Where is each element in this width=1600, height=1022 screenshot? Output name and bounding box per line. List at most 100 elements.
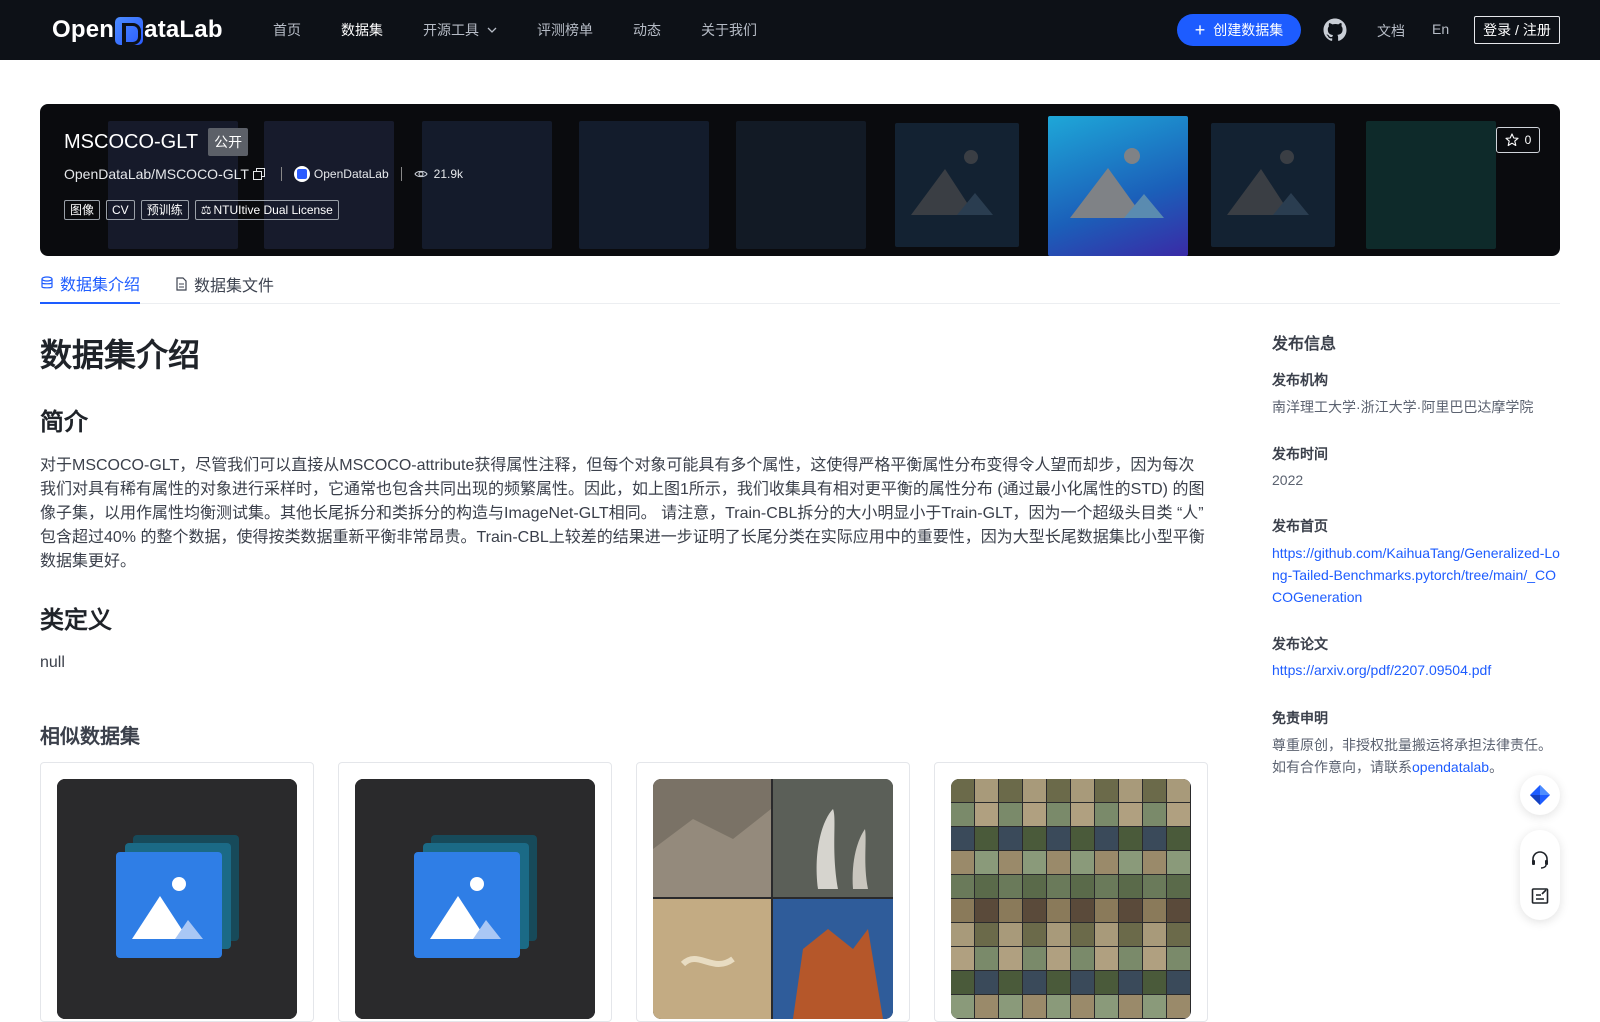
summary-text: 对于MSCOCO-GLT，尽管我们可以直接从MSCOCO-attribute获得… [40,457,1205,570]
mosaic-tile [1047,995,1070,1018]
mosaic-tile [1167,803,1190,826]
image-mosaic [951,779,1190,1018]
similar-dataset-card[interactable] [934,762,1208,1022]
mosaic-tile [1071,851,1094,874]
scale-icon: ⚖ [200,203,212,217]
disclaimer-line: 如有合作意向，请联系opendatalab。 [1272,756,1560,778]
dataset-tags: 图像 CV 预训练 ⚖ NTUItive Dual License [64,200,345,220]
tab-dataset-files[interactable]: 数据集文件 [174,264,274,304]
mosaic-tile [1167,875,1190,898]
similar-dataset-card[interactable] [338,762,612,1022]
mosaic-tile [1143,899,1166,922]
contact-link[interactable]: opendatalab [1412,759,1489,775]
mosaic-tile [1023,947,1046,970]
mosaic-tile [1047,803,1070,826]
publisher-label: 发布机构 [1272,372,1328,388]
similar-dataset-card[interactable] [40,762,314,1022]
mosaic-tile [999,899,1022,922]
dataset-placeholder-image [355,779,595,1019]
paper-link[interactable]: https://arxiv.org/pdf/2207.09504.pdf [1272,659,1560,681]
license-name: NTUItive Dual License [213,203,333,217]
headset-icon[interactable] [1530,850,1550,870]
nav-item-home[interactable]: 首页 [273,20,301,40]
meta-divider [280,167,282,181]
summary-heading: 简介 [40,409,88,436]
tab-dataset-intro[interactable]: 数据集介绍 [40,264,141,304]
mosaic-tile [1143,923,1166,946]
repo-path: OpenDataLab/MSCOCO-GLT [64,166,249,182]
tab-dataset-files-label: 数据集文件 [194,278,275,295]
tag-item[interactable]: 图像 [64,200,101,220]
nav-item-about[interactable]: 关于我们 [701,20,757,40]
logo-mark-icon [115,17,144,45]
site-logo[interactable]: Open ataLab [52,14,223,46]
banner-image-placeholder-icon [1211,123,1335,247]
mosaic-tile [999,971,1022,994]
star-count: 0 [1524,133,1532,147]
mosaic-tile [1047,971,1070,994]
docs-link[interactable]: 文档 [1377,21,1405,41]
banner-thumbnail [579,121,709,249]
org-name[interactable]: OpenDataLab [314,167,389,181]
diamond-logo-icon [1530,785,1550,805]
mosaic-tile [975,827,998,850]
mosaic-tile [951,899,974,922]
mosaic-tile [951,995,974,1018]
mosaic-tile [1119,971,1142,994]
mosaic-tile [1167,947,1190,970]
mosaic-tile [1095,827,1118,850]
publisher-value: 南洋理工大学·浙江大学·阿里巴巴达摩学院 [1272,399,1534,415]
mosaic-tile [975,875,998,898]
tag-item[interactable]: CV [106,200,135,220]
mosaic-tile [975,803,998,826]
visibility-badge: 公开 [208,128,249,156]
mosaic-tile [1143,971,1166,994]
mosaic-tile [1023,803,1046,826]
mosaic-tile [951,851,974,874]
github-icon[interactable] [1323,18,1347,42]
dataset-photo-collage [653,779,893,1019]
photo-collage [653,779,893,1019]
tag-item[interactable]: 预训练 [140,200,189,220]
dataset-title: MSCOCO-GLT [64,130,199,153]
main-nav: 首页 数据集 开源工具 评测榜单 动态 关于我们 [273,0,797,60]
homepage-link[interactable]: https://github.com/KaihuaTang/Generalize… [1272,542,1560,608]
mosaic-tile [951,779,974,802]
banner-thumbnail [1366,121,1496,249]
mosaic-tile [1167,995,1190,1018]
image-placeholder-icon [57,779,297,1019]
eye-icon [414,170,428,178]
mosaic-tile [1167,971,1190,994]
mosaic-tile [1023,827,1046,850]
copy-icon[interactable] [252,168,265,180]
banner-image-placeholder-icon [1048,116,1188,256]
org-avatar-icon [293,166,310,182]
class-definition-text: null [40,654,65,671]
login-register-button[interactable]: 登录 / 注册 [1474,16,1560,44]
mosaic-tile [1143,803,1166,826]
mosaic-tile [1023,899,1046,922]
disclaimer-prefix: 如有合作意向，请联系 [1272,759,1412,775]
star-button[interactable]: 0 [1496,127,1540,153]
mosaic-tile [1143,851,1166,874]
similar-datasets-heading: 相似数据集 [40,726,140,748]
chevron-down-icon [487,27,497,33]
dataset-meta: OpenDataLab/MSCOCO-GLT OpenDataLab 21.9k [64,166,475,182]
mosaic-tile [951,875,974,898]
nav-item-tools[interactable]: 开源工具 [423,20,497,40]
license-tag[interactable]: ⚖ NTUItive Dual License [194,200,339,220]
language-switch[interactable]: En [1432,21,1449,37]
banner-thumbnail [264,121,394,249]
mosaic-tile [999,923,1022,946]
nav-item-leaderboard[interactable]: 评测榜单 [537,20,593,40]
create-dataset-button[interactable]: + 创建数据集 [1177,14,1301,46]
create-dataset-label: 创建数据集 [1213,22,1284,38]
nav-item-datasets[interactable]: 数据集 [341,20,383,40]
similar-dataset-card[interactable] [636,762,910,1022]
nav-item-news[interactable]: 动态 [633,20,661,40]
mosaic-tile [1023,923,1046,946]
assistant-button[interactable] [1520,775,1560,815]
feedback-icon[interactable] [1530,886,1550,906]
top-navbar: Open ataLab 首页 数据集 开源工具 评测榜单 动态 关于我们 + 创建… [0,0,1600,60]
page-title: 数据集介绍 [40,337,201,373]
